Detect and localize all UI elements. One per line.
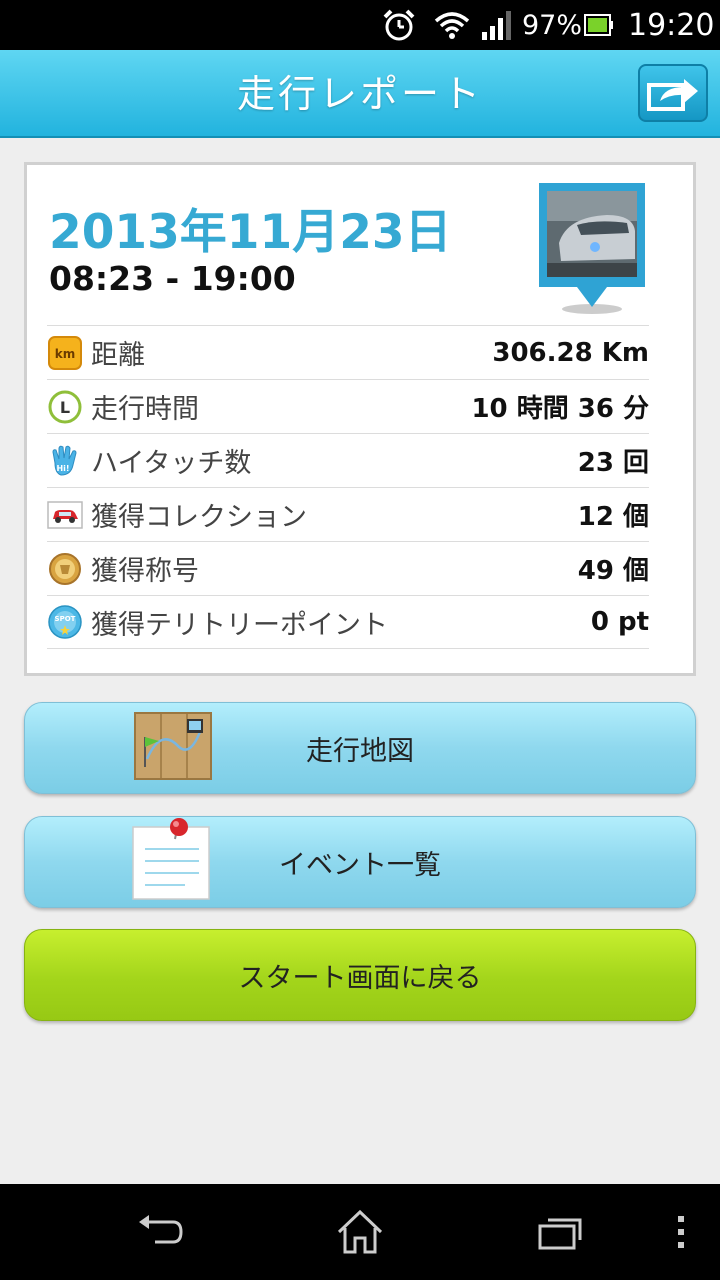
stat-value: 10 時間 36 分 <box>471 394 649 424</box>
overflow-menu-button[interactable] <box>664 1204 698 1260</box>
back-to-start-label: スタート画面に戻る <box>238 962 482 994</box>
stat-value: 0 pt <box>590 607 649 637</box>
svg-text:km: km <box>55 347 75 361</box>
share-icon <box>647 79 698 111</box>
stat-value: 49 個 <box>577 556 649 586</box>
stat-label: 獲得テリトリーポイント <box>91 609 388 641</box>
stat-label: 走行時間 <box>91 394 199 425</box>
navigation-bar <box>0 1184 720 1280</box>
map-icon <box>134 712 212 780</box>
report-date: 2013年11月23日 <box>49 205 452 260</box>
page-title: 走行レポート <box>236 72 483 116</box>
battery-percent: 97% <box>522 9 583 41</box>
medal-icon <box>47 551 83 587</box>
stat-row-territory-points: SPOT 獲得テリトリーポイント 0 pt <box>47 595 649 649</box>
stat-label: ハイタッチ数 <box>91 448 252 479</box>
back-arrow-icon <box>139 1215 183 1244</box>
stat-row-titles: 獲得称号 49 個 <box>47 541 649 595</box>
stats-list: km 距離 306.28 Km L 走行時間 10 時間 36 分 Hi! ハイ… <box>47 325 649 649</box>
drive-map-label: 走行地図 <box>306 735 414 767</box>
battery-icon <box>584 0 616 50</box>
stat-value: 12 個 <box>577 502 649 532</box>
stat-value: 306.28 Km <box>492 337 649 368</box>
clock-time: 19:20 <box>628 7 715 43</box>
status-bar: 97% 19:20 <box>0 0 720 50</box>
stat-label: 獲得コレクション <box>91 502 307 533</box>
signal-icon <box>480 0 514 50</box>
title-bar: 走行レポート <box>0 50 720 138</box>
car-card-icon <box>47 497 83 533</box>
svg-text:Hi!: Hi! <box>56 464 69 473</box>
recent-apps-icon <box>538 1218 582 1250</box>
back-nav-button[interactable] <box>128 1204 192 1260</box>
event-list-label: イベント一覧 <box>279 849 441 881</box>
stat-row-distance: km 距離 306.28 Km <box>47 325 649 379</box>
overflow-menu-icon <box>678 1216 684 1248</box>
stat-label: 距離 <box>91 340 145 371</box>
report-card: 2013年11月23日 08:23 - 19:00 km 距離 306.28 K… <box>24 162 696 676</box>
stat-label: 獲得称号 <box>91 556 199 587</box>
event-list-button[interactable]: イベント一覧 <box>24 816 696 908</box>
report-time-range: 08:23 - 19:00 <box>49 259 296 298</box>
svg-text:L: L <box>60 398 70 417</box>
stat-row-high-touch: Hi! ハイタッチ数 23 回 <box>47 433 649 487</box>
recent-apps-nav-button[interactable] <box>530 1204 590 1260</box>
stat-value: 23 回 <box>577 448 649 478</box>
alarm-clock-icon <box>382 0 418 50</box>
stat-row-drive-time: L 走行時間 10 時間 36 分 <box>47 379 649 433</box>
hand-hi-icon: Hi! <box>47 443 83 479</box>
home-icon <box>337 1209 383 1254</box>
wifi-icon <box>434 0 472 50</box>
back-to-start-button[interactable]: スタート画面に戻る <box>24 929 696 1021</box>
drive-map-button[interactable]: 走行地図 <box>24 702 696 794</box>
distance-km-icon: km <box>47 335 83 371</box>
share-button[interactable] <box>638 64 708 122</box>
svg-text:SPOT: SPOT <box>55 615 76 623</box>
home-nav-button[interactable] <box>330 1204 390 1260</box>
spot-icon: SPOT <box>47 604 83 640</box>
notepad-pin-icon <box>132 818 210 900</box>
car-photo-pin[interactable] <box>537 181 647 315</box>
stat-row-collection: 獲得コレクション 12 個 <box>47 487 649 541</box>
clock-icon: L <box>47 389 83 425</box>
